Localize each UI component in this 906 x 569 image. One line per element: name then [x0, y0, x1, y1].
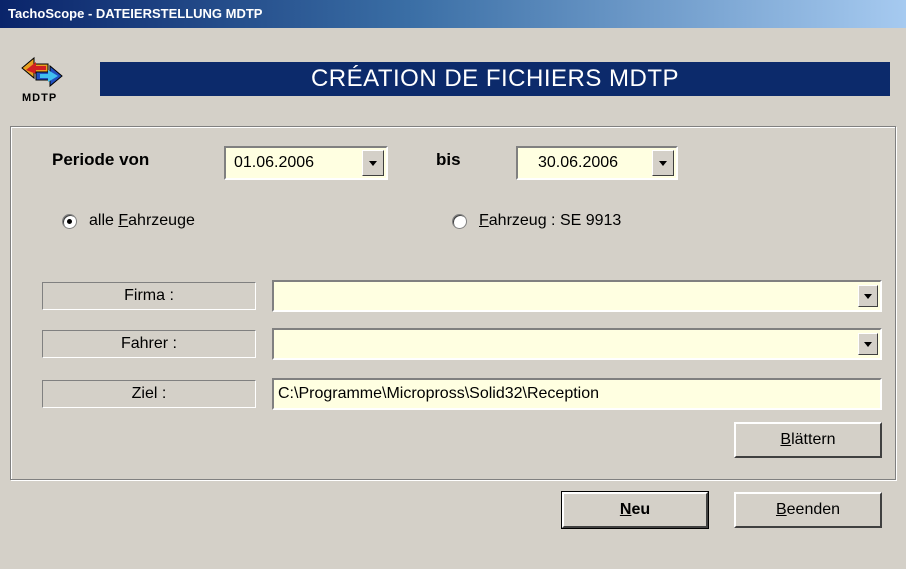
browse-button[interactable]: Blättern — [734, 422, 882, 458]
radio-single-rest: ahrzeug : SE 9913 — [488, 212, 622, 229]
browse-mnemonic: B — [780, 431, 792, 448]
firma-combo[interactable] — [272, 280, 882, 312]
radio-all-prefix: alle — [89, 212, 119, 229]
title-bar: TachoScope - DATEIERSTELLUNG MDTP — [0, 0, 906, 28]
ziel-label: Ziel : — [42, 380, 256, 408]
chevron-down-icon[interactable] — [858, 333, 878, 355]
period-to-value: 30.06.2006 — [538, 154, 619, 171]
window-title: TachoScope - DATEIERSTELLUNG MDTP — [8, 6, 263, 21]
new-label: eu — [631, 501, 651, 518]
period-from-combo[interactable]: 01.06.2006 — [224, 146, 388, 180]
period-to-label: bis — [436, 150, 461, 169]
radio-all-vehicles[interactable]: alle Fahrzeuge — [62, 212, 195, 230]
radio-all-rest: ahrzeuge — [128, 212, 195, 229]
chevron-down-icon[interactable] — [362, 150, 384, 176]
quit-button[interactable]: Beenden — [734, 492, 882, 528]
radio-unchecked-icon[interactable] — [452, 213, 467, 229]
period-from-value: 01.06.2006 — [234, 154, 315, 171]
new-mnemonic: N — [619, 501, 632, 518]
logo-label: MDTP — [22, 92, 58, 104]
page-banner: CRÉATION DE FICHIERS MDTP — [100, 62, 890, 96]
fahrer-label: Fahrer : — [42, 330, 256, 358]
radio-single-vehicle[interactable]: Fahrzeug : SE 9913 — [452, 212, 621, 230]
quit-label: eenden — [786, 501, 841, 518]
radio-all-mnemonic: F — [118, 212, 129, 229]
radio-checked-icon[interactable] — [62, 213, 77, 229]
radio-single-mnemonic: F — [479, 212, 489, 229]
period-to-combo[interactable]: 30.06.2006 — [516, 146, 678, 180]
ziel-value: C:\Programme\Micropross\Solid32\Receptio… — [278, 385, 600, 402]
chevron-down-icon[interactable] — [652, 150, 674, 176]
quit-mnemonic: B — [775, 501, 787, 518]
browse-label: lättern — [791, 431, 836, 448]
fahrer-combo[interactable] — [272, 328, 882, 360]
firma-label: Firma : — [42, 282, 256, 310]
ziel-path-input[interactable]: C:\Programme\Micropross\Solid32\Receptio… — [272, 378, 882, 410]
chevron-down-icon[interactable] — [858, 285, 878, 307]
period-from-label: Periode von — [52, 150, 150, 169]
new-button[interactable]: Neu — [561, 491, 709, 529]
